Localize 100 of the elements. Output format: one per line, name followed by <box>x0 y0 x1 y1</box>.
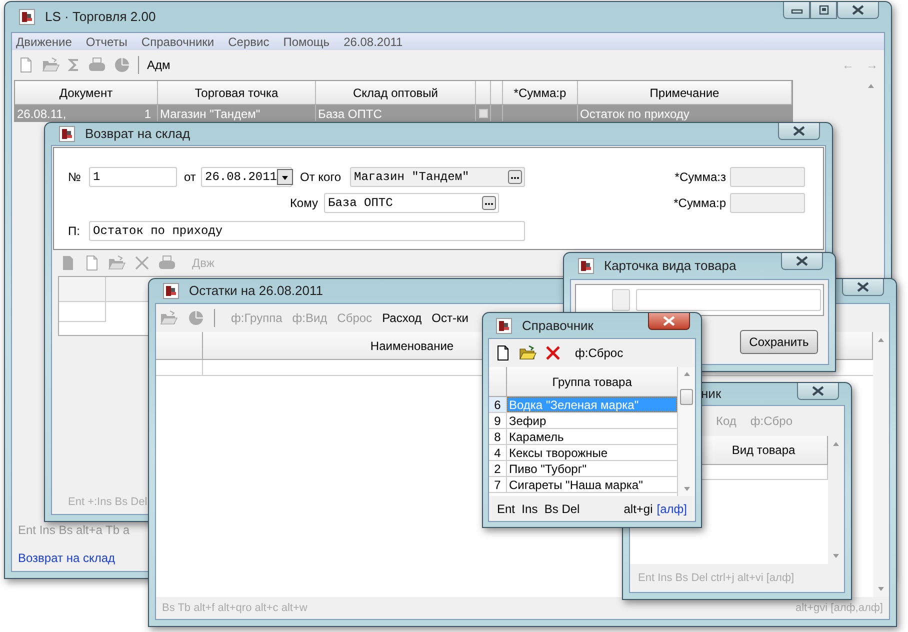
app-icon <box>59 126 75 142</box>
close-button[interactable] <box>797 383 839 400</box>
row-number: 2 <box>489 461 507 476</box>
window-title: ник <box>701 385 722 404</box>
row-number: 4 <box>489 445 507 460</box>
scroll-up-icon[interactable] <box>866 82 876 90</box>
checkbox[interactable] <box>478 108 488 118</box>
small-button[interactable] <box>612 289 630 311</box>
close-icon[interactable] <box>811 386 825 396</box>
ellipsis-icon[interactable] <box>508 170 522 184</box>
scroll-down-icon[interactable] <box>831 552 841 560</box>
table-cell-text: Остаток по приходу <box>579 106 690 121</box>
app-icon <box>19 9 35 25</box>
field-label: *Сумма:р <box>674 195 726 212</box>
status-hints: alt+gi <box>624 500 653 518</box>
list-item[interactable]: Кексы творожные <box>507 445 678 460</box>
printer-icon[interactable] <box>88 57 106 73</box>
number-field[interactable]: 1 <box>89 167 177 187</box>
menu-item[interactable]: Движение <box>16 32 72 50</box>
list-item[interactable]: Пиво "Туборг" <box>507 461 678 476</box>
status-hints: alt+gvi [алф,алф] <box>795 600 883 616</box>
table-cell: База ОПТС <box>316 105 476 121</box>
printer-icon[interactable] <box>158 255 176 271</box>
close-button[interactable] <box>781 253 823 270</box>
scroll-down-icon[interactable] <box>682 485 692 493</box>
minimize-button[interactable] <box>783 2 810 19</box>
table-cell: Магазин "Тандем" <box>158 105 316 121</box>
toolbar-button[interactable]: Ост-ки <box>432 309 468 327</box>
scrollbar[interactable] <box>678 367 695 496</box>
date-field[interactable]: 26.08.2011 <box>201 167 292 187</box>
window-title: Карточка вида товара <box>604 257 736 276</box>
toolbar-button[interactable]: ф:Сброс <box>575 344 624 362</box>
row-number: 7 <box>489 477 507 492</box>
scroll-down-icon[interactable] <box>876 585 886 593</box>
close-button[interactable] <box>648 313 690 330</box>
menu-item[interactable]: Справочники <box>141 32 214 50</box>
document-icon[interactable] <box>60 255 76 271</box>
toolbar-button[interactable]: Расход <box>382 309 422 327</box>
close-button[interactable] <box>778 123 820 140</box>
save-button[interactable]: Сохранить <box>740 330 818 354</box>
list-item[interactable]: Карамель <box>507 429 678 444</box>
scroll-up-icon[interactable] <box>876 336 886 344</box>
pie-chart-icon[interactable] <box>114 57 130 73</box>
delete-icon[interactable] <box>545 345 561 361</box>
sum-field[interactable] <box>730 167 805 187</box>
scroll-up-icon[interactable] <box>831 440 841 448</box>
list-item[interactable]: Зефир <box>507 413 678 428</box>
open-folder-icon[interactable] <box>519 345 537 361</box>
column-header: Документ <box>15 81 158 104</box>
scroll-up-icon[interactable] <box>682 370 692 378</box>
row-number: 9 <box>489 413 507 428</box>
sender-field[interactable]: Магазин "Тандем" <box>350 167 525 187</box>
app-icon <box>578 258 594 274</box>
list-item[interactable]: Сигареты "Наша марка" <box>507 477 678 492</box>
menu-item[interactable]: Отчеты <box>86 32 128 50</box>
field-label: Кому <box>288 195 319 212</box>
scroll-thumb[interactable] <box>680 388 694 404</box>
sum-field[interactable] <box>730 193 805 213</box>
status-text: Возврат на склад <box>18 550 116 567</box>
close-icon[interactable] <box>851 5 865 15</box>
window-title: Возврат на склад <box>85 125 190 144</box>
pie-chart-icon[interactable] <box>188 310 204 326</box>
maximize-icon[interactable] <box>816 5 830 15</box>
new-document-icon[interactable] <box>495 345 511 361</box>
menu-item[interactable]: Сервис <box>228 32 270 50</box>
column-header: Группа товара <box>551 374 633 390</box>
app-icon <box>496 318 512 334</box>
close-button[interactable] <box>837 2 879 19</box>
status-hints: Bs Tb alt+f alt+qro alt+c alt+w <box>162 600 308 616</box>
close-icon[interactable] <box>856 282 870 292</box>
row-number: 8 <box>489 429 507 444</box>
close-button[interactable] <box>842 279 884 296</box>
recipient-field[interactable]: База ОПТС <box>324 193 499 213</box>
close-icon[interactable] <box>792 126 806 136</box>
column-header: *Сумма:р <box>503 81 578 104</box>
ellipsis-icon[interactable] <box>482 196 496 210</box>
field-label: От кого <box>300 169 342 186</box>
app-icon <box>163 283 179 299</box>
window-title: Справочник <box>522 316 594 335</box>
sigma-icon[interactable] <box>68 58 80 72</box>
dropdown-icon[interactable] <box>277 169 294 185</box>
input-field[interactable] <box>636 289 821 311</box>
menu-item[interactable]: 26.08.2011 <box>344 32 403 50</box>
scrollbar[interactable] <box>873 332 889 597</box>
field-label: от <box>184 169 197 186</box>
field-label: П: <box>68 223 81 240</box>
maximize-button[interactable] <box>810 2 837 19</box>
cross-icon[interactable] <box>134 255 150 271</box>
table-cell-text: 1 <box>144 106 151 121</box>
window-title: LS · Торговля 2.00 <box>45 8 156 26</box>
status-hints: Ent Ins Bs Del ctrl+j alt+vi [алф] <box>637 570 796 586</box>
close-icon[interactable] <box>795 256 809 266</box>
toolbar-button[interactable]: Адм <box>147 56 170 74</box>
status-hints: [алф] <box>656 500 687 518</box>
field-label: № <box>68 169 82 186</box>
list-item[interactable]: Водка "Зеленая марка" <box>507 397 678 412</box>
menu-item[interactable]: Помощь <box>283 32 330 50</box>
status-hints: Ent Ins Bs alt+a Tb a <box>18 522 130 539</box>
status-hints: Ent Ins Bs Del <box>497 500 580 518</box>
note-field[interactable]: Остаток по приходу <box>89 221 525 241</box>
